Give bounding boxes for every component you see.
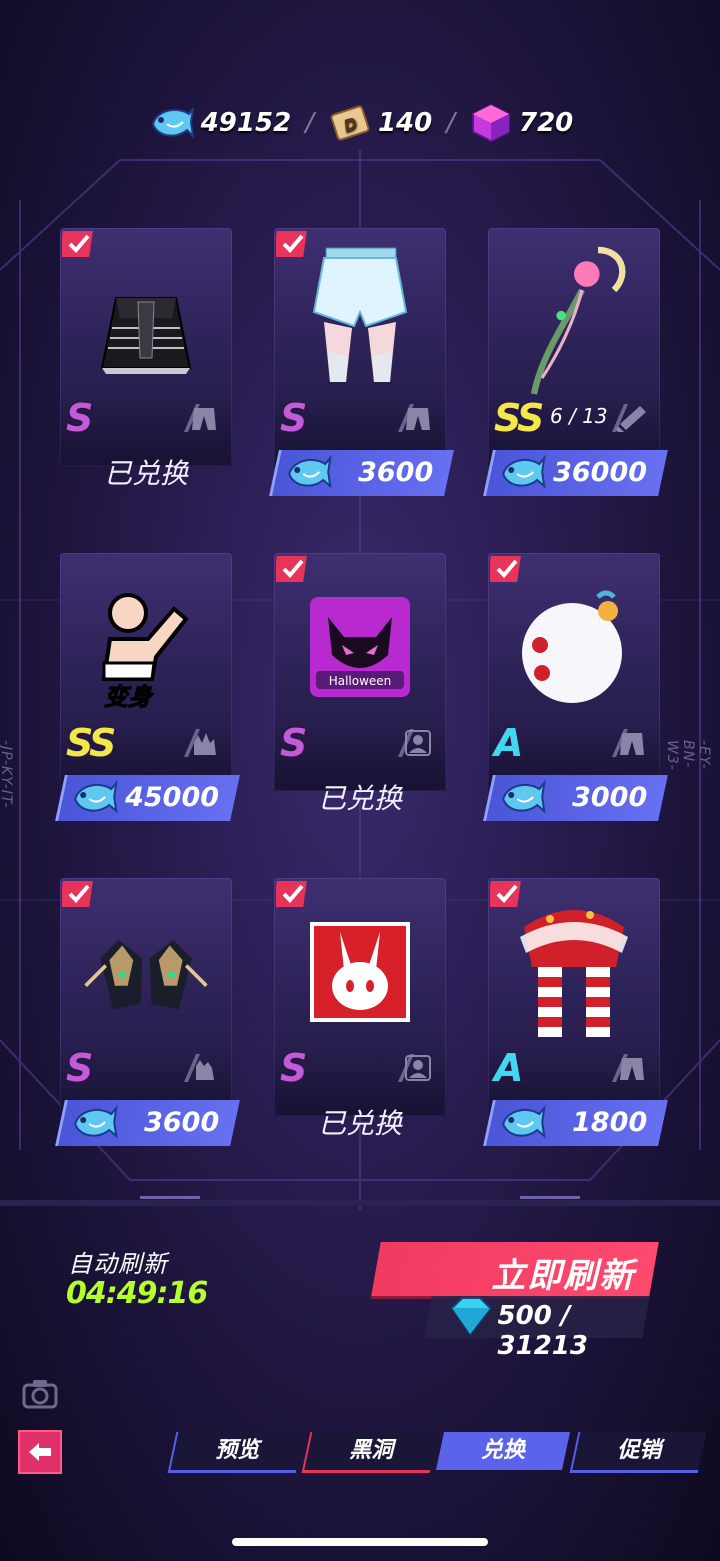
- price-value: 3000: [571, 782, 648, 813]
- pants-slot-icon: [612, 729, 644, 757]
- white-shorts-image: [296, 247, 424, 386]
- pants-slot-icon: [398, 404, 430, 432]
- checkmark-icon: [273, 555, 310, 585]
- shop-item-card[interactable]: 变身 SS 45000: [55, 553, 240, 823]
- separator: /: [446, 108, 455, 138]
- rarity-badge: S: [66, 396, 93, 440]
- d-ticket-icon: D: [330, 105, 370, 141]
- cube-icon: [472, 103, 510, 143]
- tab-black-hole-label: 黑洞: [349, 1438, 394, 1463]
- tab-promotion[interactable]: 促销: [569, 1432, 707, 1473]
- refresh-now-button[interactable]: 立即刷新: [371, 1242, 659, 1296]
- price-value: 1800: [571, 1107, 648, 1138]
- fish-icon: [69, 775, 119, 819]
- price-value: 45000: [125, 782, 220, 813]
- tab-promotion-label: 促销: [617, 1438, 662, 1463]
- refresh-now-label: 立即刷新: [491, 1256, 636, 1296]
- side-code-left: -JP-KY-IT-: [0, 740, 14, 809]
- halloween-avatar-image: Halloween: [296, 583, 424, 711]
- rarity-badge: SS: [66, 721, 116, 765]
- refresh-timer: 04:49:16: [66, 1276, 208, 1311]
- collection-progress: 6 / 13: [550, 404, 608, 428]
- camera-icon[interactable]: [22, 1377, 58, 1409]
- redeemed-status: 已兑换: [317, 782, 402, 815]
- tab-black-hole[interactable]: 黑洞: [301, 1432, 439, 1473]
- shop-item-card[interactable]: S 已兑换: [59, 228, 232, 498]
- diamond-icon: [450, 1297, 492, 1336]
- magic-staff-image: [510, 246, 638, 395]
- pants-slot-icon: [612, 1054, 644, 1082]
- separator: /: [305, 108, 314, 138]
- home-indicator[interactable]: [232, 1538, 488, 1546]
- emote-slot-icon: [184, 729, 216, 757]
- fish-icon: [497, 450, 547, 494]
- refresh-cost: 500 / 31213: [424, 1296, 650, 1361]
- checkmark-icon: [59, 880, 96, 910]
- shop-item-card[interactable]: S 3600: [55, 878, 240, 1148]
- price-value: 36000: [553, 457, 648, 488]
- fish-currency[interactable]: 49152: [147, 102, 291, 144]
- rarity-badge: S: [280, 1046, 307, 1090]
- fish-icon: [497, 1100, 547, 1144]
- buy-button[interactable]: 1800: [483, 1100, 668, 1146]
- shop-item-card[interactable]: A 3000: [483, 553, 668, 823]
- tab-exchange[interactable]: 兑换: [435, 1432, 571, 1470]
- rarity-badge: SS: [494, 396, 544, 440]
- fish-currency-value: 49152: [200, 108, 292, 138]
- auto-refresh-label: 自动刷新: [68, 1250, 168, 1278]
- cube-currency[interactable]: 720: [469, 102, 573, 144]
- svg-text:变身: 变身: [104, 683, 154, 711]
- d-ticket-value: 140: [377, 108, 433, 138]
- checkmark-icon: [273, 880, 310, 910]
- side-code-right: -EY-BN-W3-: [664, 740, 712, 771]
- buy-button[interactable]: 36000: [483, 450, 668, 496]
- avatar-slot-icon: [398, 729, 431, 757]
- weapon-slot-icon: [612, 404, 646, 432]
- back-button[interactable]: [18, 1430, 62, 1474]
- transform-emote-image: 变身: [82, 583, 210, 711]
- rarity-badge: A: [494, 721, 523, 765]
- shop-item-card[interactable]: S 3600: [269, 228, 454, 498]
- rarity-badge: S: [66, 1046, 93, 1090]
- d-ticket-currency[interactable]: D 140: [328, 102, 432, 144]
- buy-button[interactable]: 45000: [55, 775, 240, 821]
- redeemed-status: 已兑换: [103, 457, 188, 490]
- fish-icon: [151, 107, 195, 139]
- buy-button[interactable]: 3600: [55, 1100, 240, 1146]
- currency-bar: 49152 / D 140 / 720: [0, 100, 720, 146]
- arrow-left-icon: [29, 1443, 51, 1461]
- shop-item-card[interactable]: Halloween S 已兑换: [273, 553, 446, 823]
- shop-item-card[interactable]: SS 6 / 13 36000: [483, 228, 668, 498]
- buy-button[interactable]: 3600: [269, 450, 454, 496]
- checkmark-icon: [59, 230, 96, 260]
- tab-preview[interactable]: 预览: [167, 1432, 305, 1473]
- shop-item-card[interactable]: S 已兑换: [273, 878, 446, 1148]
- checkmark-icon: [487, 555, 524, 585]
- rarity-badge: S: [280, 721, 307, 765]
- gloves-slot-icon: [184, 1054, 214, 1082]
- striped-pants-image: [510, 908, 638, 1037]
- pants-slot-icon: [184, 404, 216, 432]
- redeemed-status: 已兑换: [317, 1107, 402, 1140]
- refresh-cost-value: 500 / 31213: [497, 1301, 589, 1361]
- shop-item-card[interactable]: A 1800: [483, 878, 668, 1148]
- svg-text:Halloween: Halloween: [329, 674, 392, 688]
- snowball-outfit-image: [510, 583, 638, 711]
- fish-icon: [69, 1100, 119, 1144]
- cube-currency-value: 720: [519, 108, 574, 138]
- price-value: 3600: [357, 457, 434, 488]
- rarity-badge: S: [280, 396, 307, 440]
- price-value: 3600: [143, 1107, 220, 1138]
- fish-icon: [497, 775, 547, 819]
- black-skirt-image: [82, 258, 210, 386]
- tab-exchange-label: 兑换: [480, 1438, 525, 1463]
- avatar-slot-icon: [398, 1054, 431, 1082]
- rabbit-mask-avatar-image: [296, 908, 424, 1036]
- rabbit-gloves-image: [82, 908, 210, 1036]
- rarity-badge: A: [494, 1046, 523, 1090]
- tab-preview-label: 预览: [215, 1438, 260, 1463]
- fish-icon: [283, 450, 333, 494]
- buy-button[interactable]: 3000: [483, 775, 668, 821]
